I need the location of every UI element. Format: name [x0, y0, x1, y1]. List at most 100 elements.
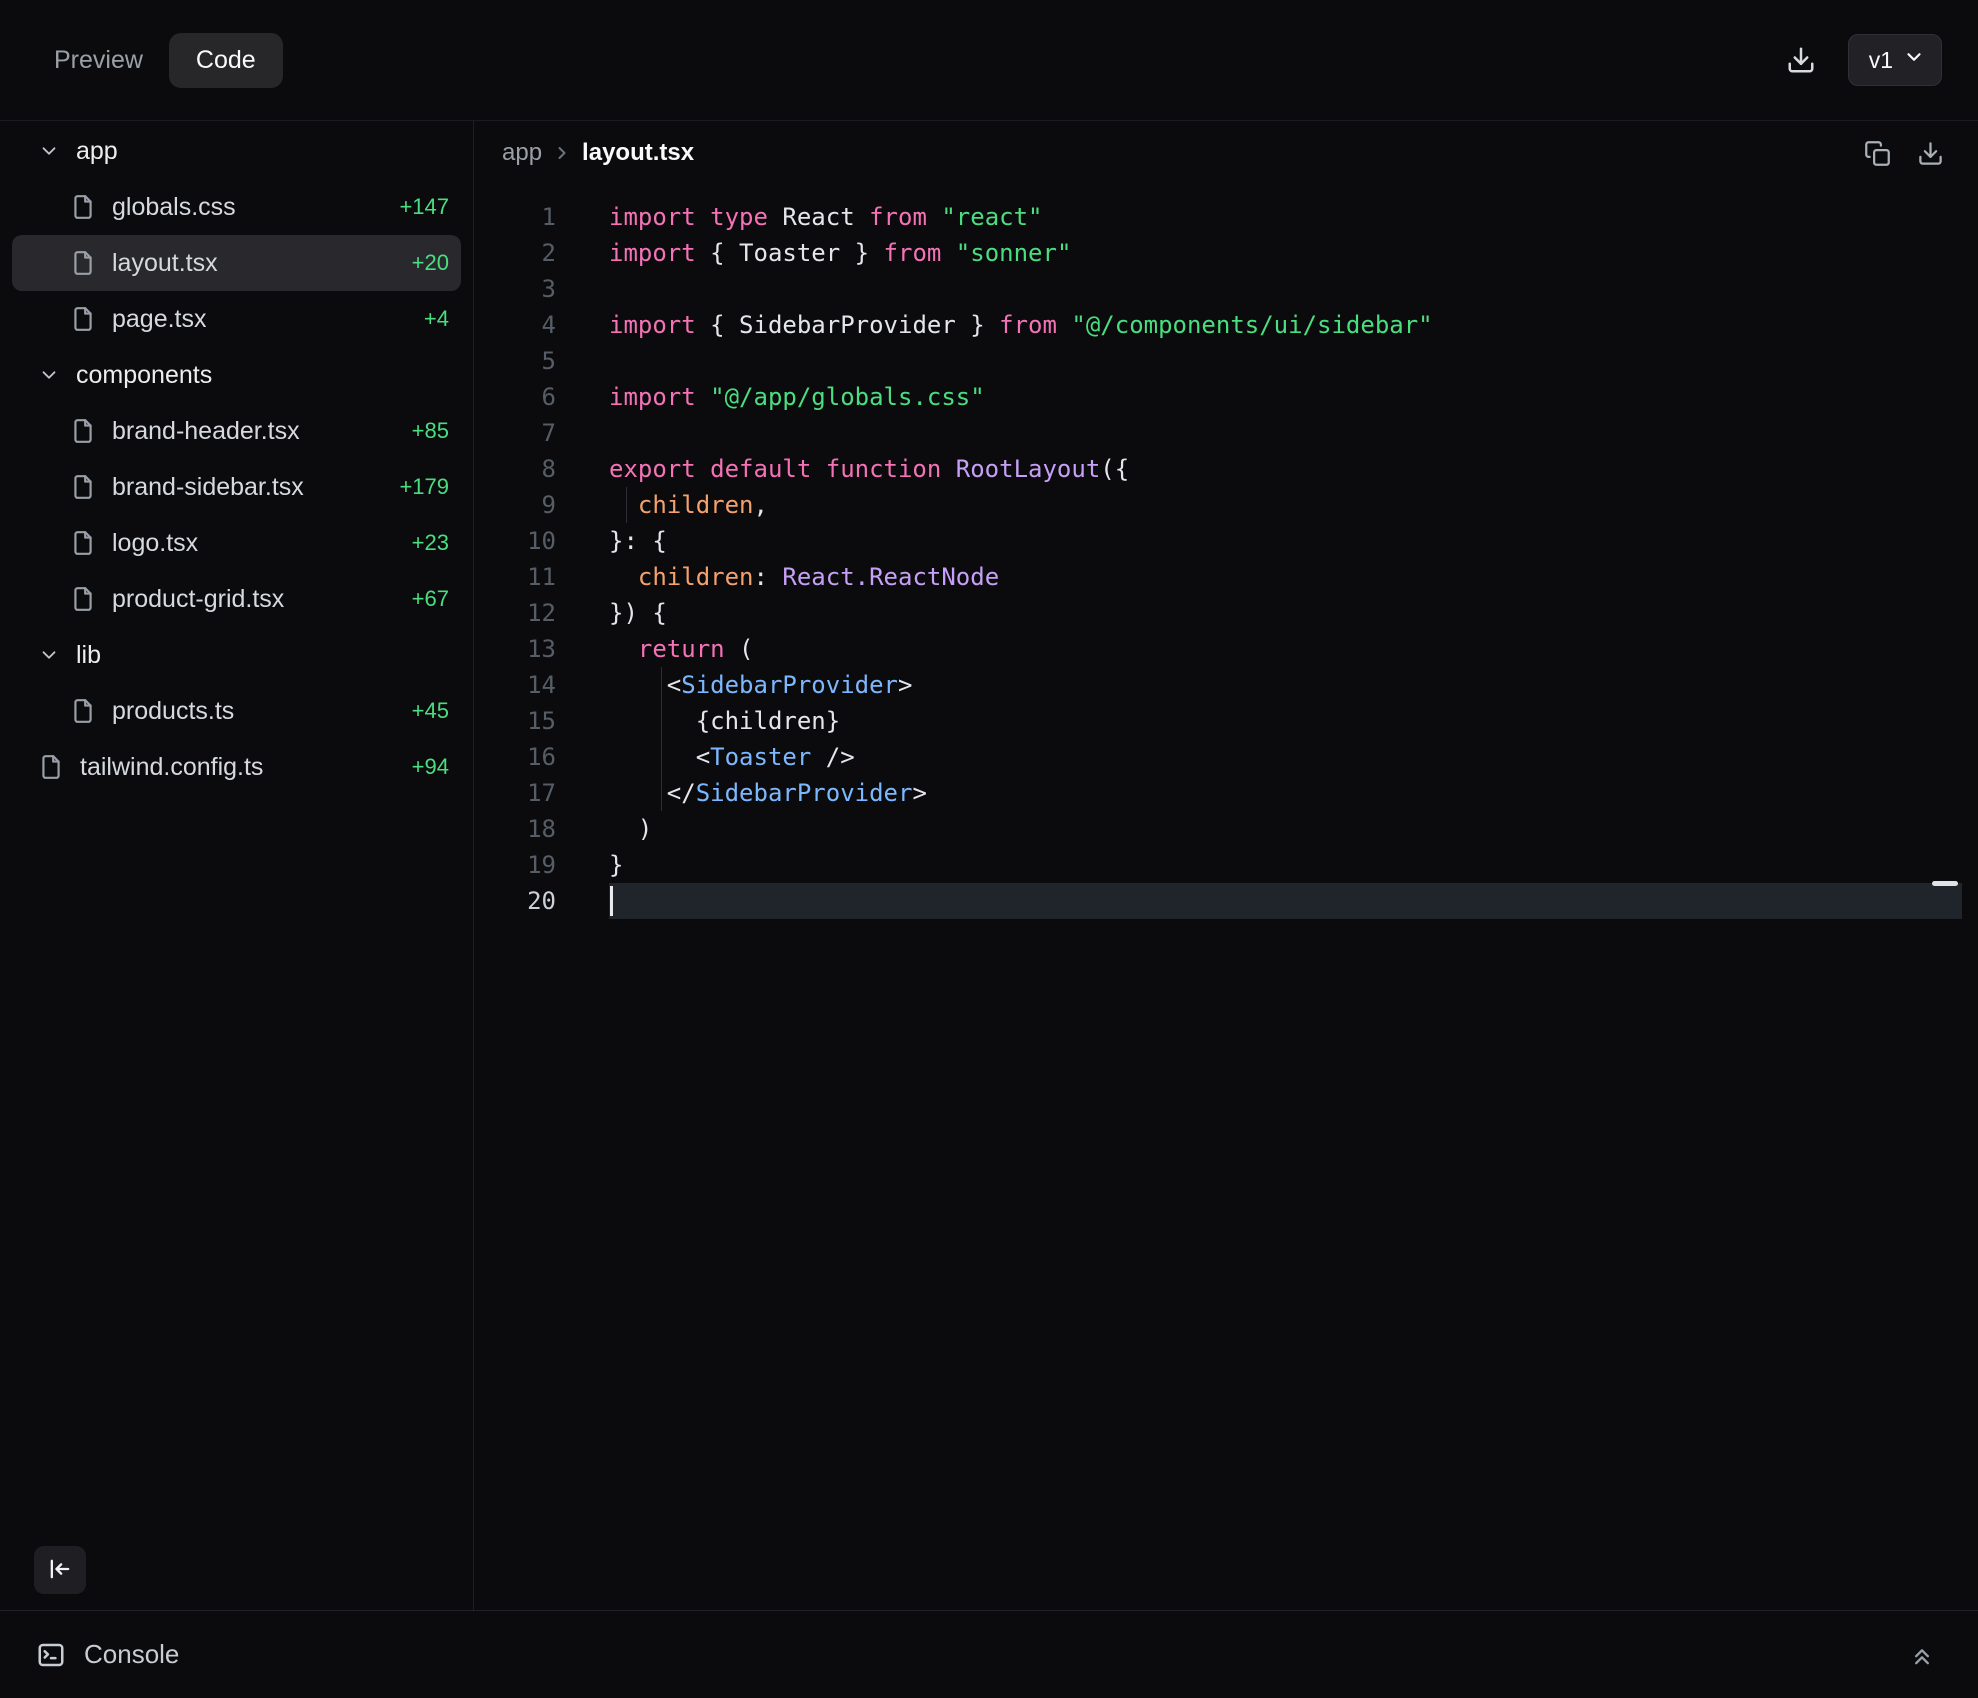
tab-code[interactable]: Code — [169, 33, 283, 88]
code-line-9[interactable]: 9 children, — [474, 487, 1978, 523]
code-line-19[interactable]: 19} — [474, 847, 1978, 883]
file-brand-sidebar.tsx[interactable]: brand-sidebar.tsx +179 — [12, 459, 461, 515]
code-line-12[interactable]: 12}) { — [474, 595, 1978, 631]
tree-item-label: lib — [76, 641, 101, 670]
code-line-16[interactable]: 16 <Toaster /> — [474, 739, 1978, 775]
chevron-down-icon — [38, 644, 60, 666]
file-icon — [70, 194, 96, 220]
breadcrumb-folder: app — [502, 139, 542, 167]
download-file-button[interactable] — [1911, 134, 1950, 173]
tree-item-label: layout.tsx — [112, 249, 218, 278]
breadcrumb: app layout.tsx — [502, 139, 694, 167]
line-content: children: React.ReactNode — [609, 559, 1962, 595]
indent-guide — [661, 775, 662, 811]
tree-item-label: components — [76, 361, 212, 390]
file-icon — [70, 586, 96, 612]
tree-item-label: brand-sidebar.tsx — [112, 473, 304, 502]
code-line-15[interactable]: 15 {children} — [474, 703, 1978, 739]
line-content: {children} — [609, 703, 1962, 739]
code-line-7[interactable]: 7 — [474, 415, 1978, 451]
line-number: 7 — [474, 415, 609, 451]
code-line-17[interactable]: 17 </SidebarProvider> — [474, 775, 1978, 811]
file-icon — [38, 754, 64, 780]
scrollbar-thumb[interactable] — [1932, 881, 1958, 886]
file-page.tsx[interactable]: page.tsx+4 — [12, 291, 461, 347]
folder-app[interactable]: app — [12, 123, 461, 179]
tree-item-label: app — [76, 137, 118, 166]
tree-item-label: page.tsx — [112, 305, 207, 334]
file-icon — [70, 306, 96, 332]
line-number: 13 — [474, 631, 609, 667]
copy-code-button[interactable] — [1858, 134, 1897, 173]
file-globals.css[interactable]: globals.css+147 — [12, 179, 461, 235]
console-label: Console — [84, 1639, 179, 1670]
version-dropdown[interactable]: v1 — [1848, 34, 1942, 86]
line-number: 20 — [474, 883, 609, 919]
indent-guide — [661, 739, 662, 775]
line-number: 8 — [474, 451, 609, 487]
line-content — [609, 343, 1962, 379]
tree-item-label: tailwind.config.ts — [80, 753, 263, 782]
line-content: }: { — [609, 523, 1962, 559]
tree-item-label: logo.tsx — [112, 529, 198, 558]
terminal-icon — [36, 1640, 66, 1670]
code-line-8[interactable]: 8export default function RootLayout({ — [474, 451, 1978, 487]
code-line-3[interactable]: 3 — [474, 271, 1978, 307]
file-icon — [70, 530, 96, 556]
topbar: Preview Code v1 — [0, 0, 1978, 121]
version-label: v1 — [1869, 47, 1893, 74]
code-line-5[interactable]: 5 — [474, 343, 1978, 379]
folder-lib[interactable]: lib — [12, 627, 461, 683]
code-line-20[interactable]: 20 — [474, 883, 1978, 919]
line-number: 1 — [474, 199, 609, 235]
expand-console-button[interactable] — [1902, 1635, 1942, 1675]
main-area: appglobals.css+147layout.tsx+20page.tsx+… — [0, 121, 1978, 1610]
indent-guide — [661, 703, 662, 739]
file-tree: appglobals.css+147layout.tsx+20page.tsx+… — [0, 123, 473, 795]
collapse-sidebar-button[interactable] — [34, 1546, 86, 1594]
code-line-6[interactable]: 6import "@/app/globals.css" — [474, 379, 1978, 415]
tab-preview[interactable]: Preview — [36, 34, 161, 87]
file-brand-header.tsx[interactable]: brand-header.tsx+85 — [12, 403, 461, 459]
code-line-1[interactable]: 1import type React from "react" — [474, 199, 1978, 235]
file-icon — [70, 698, 96, 724]
code-line-2[interactable]: 2import { Toaster } from "sonner" — [474, 235, 1978, 271]
code-line-18[interactable]: 18 ) — [474, 811, 1978, 847]
file-tailwind.config.ts[interactable]: tailwind.config.ts+94 — [12, 739, 461, 795]
diff-count: +147 — [399, 194, 461, 220]
code-line-13[interactable]: 13 return ( — [474, 631, 1978, 667]
download-button[interactable] — [1780, 39, 1822, 81]
code-lines[interactable]: 1import type React from "react"2import {… — [474, 185, 1978, 1610]
console-bar: Console — [0, 1610, 1978, 1698]
line-content: import type React from "react" — [609, 199, 1962, 235]
code-line-14[interactable]: 14 <SidebarProvider> — [474, 667, 1978, 703]
line-content: import "@/app/globals.css" — [609, 379, 1962, 415]
diff-count: +179 — [399, 474, 461, 500]
line-number: 6 — [474, 379, 609, 415]
line-number: 3 — [474, 271, 609, 307]
folder-components[interactable]: components — [12, 347, 461, 403]
file-layout.tsx[interactable]: layout.tsx+20 — [12, 235, 461, 291]
line-number: 11 — [474, 559, 609, 595]
line-number: 14 — [474, 667, 609, 703]
tree-item-label: product-grid.tsx — [112, 585, 284, 614]
file-product-grid.tsx[interactable]: product-grid.tsx +67 — [12, 571, 461, 627]
line-number: 12 — [474, 595, 609, 631]
line-number: 2 — [474, 235, 609, 271]
code-line-10[interactable]: 10}: { — [474, 523, 1978, 559]
line-content: <SidebarProvider> — [609, 667, 1962, 703]
line-content: } — [609, 847, 1962, 883]
code-line-11[interactable]: 11 children: React.ReactNode — [474, 559, 1978, 595]
line-content: return ( — [609, 631, 1962, 667]
chevrons-up-icon — [1908, 1641, 1936, 1669]
file-icon — [70, 474, 96, 500]
code-line-4[interactable]: 4import { SidebarProvider } from "@/comp… — [474, 307, 1978, 343]
file-products.ts[interactable]: products.ts+45 — [12, 683, 461, 739]
line-content — [609, 271, 1962, 307]
line-number: 16 — [474, 739, 609, 775]
indent-guide — [626, 487, 627, 523]
file-logo.tsx[interactable]: logo.tsx+23 — [12, 515, 461, 571]
diff-count: +67 — [412, 586, 461, 612]
line-number: 17 — [474, 775, 609, 811]
chevron-down-icon — [38, 364, 60, 386]
